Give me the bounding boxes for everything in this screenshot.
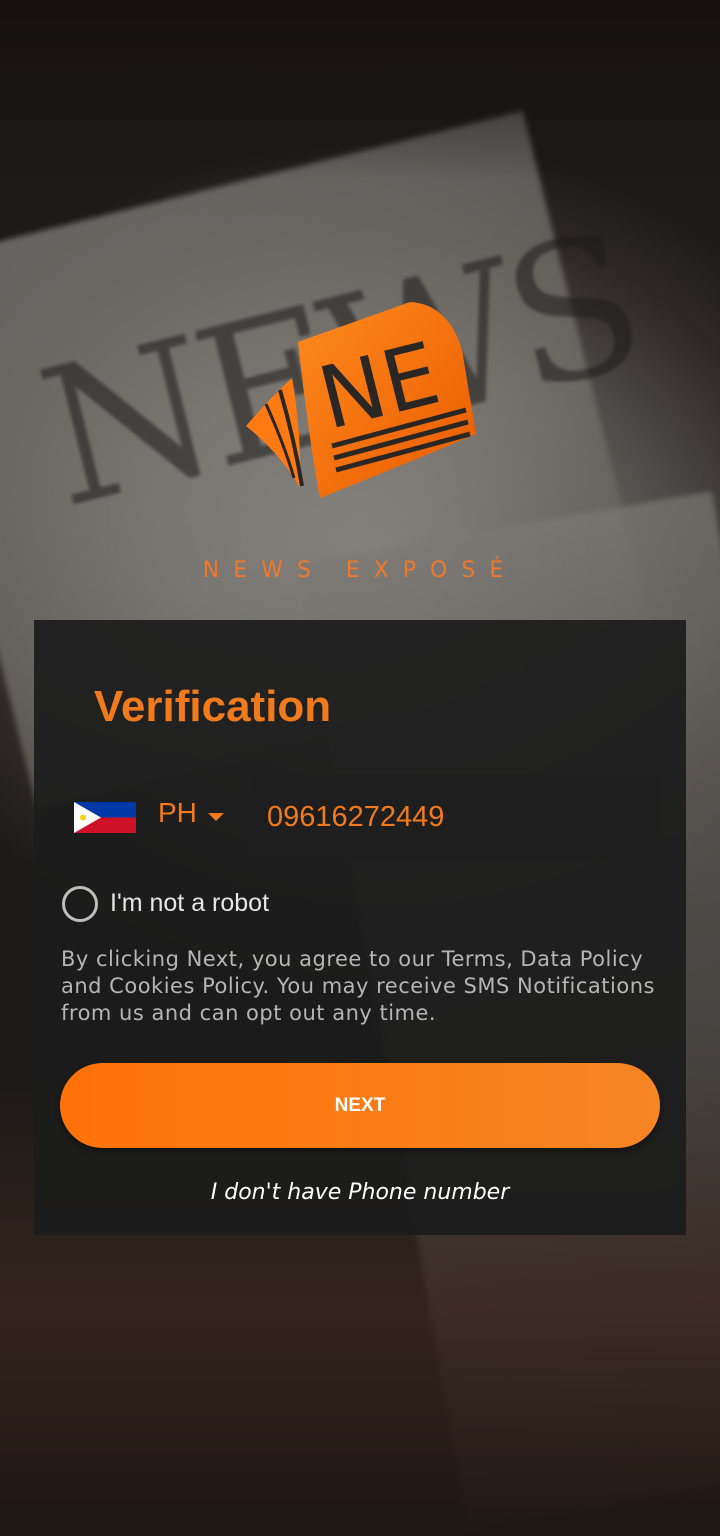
page-title: Verification — [94, 682, 332, 731]
no-phone-link[interactable]: I don't have Phone number — [34, 1180, 686, 1205]
next-button[interactable]: NEXT — [60, 1063, 660, 1148]
country-code-select[interactable]: PH — [158, 797, 197, 829]
captcha-label: I'm not a robot — [110, 889, 270, 917]
phone-row: PH — [34, 775, 686, 860]
philippines-flag-icon[interactable] — [74, 802, 136, 833]
chevron-down-icon[interactable] — [208, 813, 224, 821]
terms-text: By clicking Next, you agree to our Terms… — [61, 947, 655, 1025]
app-logo: NE — [240, 298, 485, 503]
radio-icon[interactable] — [62, 886, 98, 922]
phone-number-input[interactable] — [250, 775, 660, 860]
verification-card: Verification PH I'm not a robot By click… — [34, 620, 686, 1235]
brand-name: NEWS EXPOSÉ — [202, 558, 518, 583]
background-top-shade — [0, 0, 720, 180]
